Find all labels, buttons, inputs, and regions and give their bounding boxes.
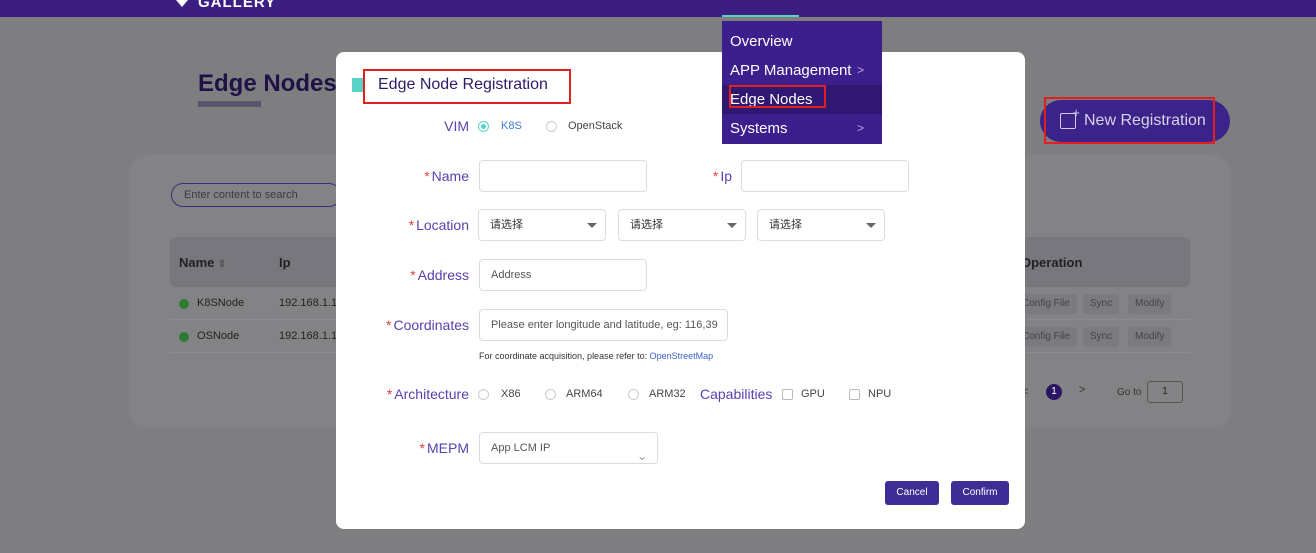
modify-button[interactable]: Modify [1128,294,1172,314]
cancel-button[interactable]: Cancel [885,481,939,505]
cap-npu-checkbox[interactable] [849,389,860,400]
confirm-button[interactable]: Confirm [951,481,1009,505]
sync-button[interactable]: Sync [1083,294,1120,314]
title-underline [198,101,261,107]
arch-x86-radio[interactable] [478,389,489,400]
coordinates-hint: For coordinate acquisition, please refer… [479,351,714,361]
ip-input[interactable] [741,160,909,192]
column-name-header[interactable]: Name ⇕ [179,255,226,270]
page-1-button[interactable]: 1 [1046,384,1062,400]
cap-gpu-checkbox[interactable] [782,389,793,400]
location-city-select[interactable]: 请选择 [618,209,746,241]
highlight-box [363,69,571,104]
goto-page-input[interactable]: 1 [1147,381,1183,403]
page-title: Edge Nodes [198,70,337,97]
logo-icon [176,0,188,7]
arch-arm32-radio[interactable] [628,389,639,400]
name-label: * Name [424,168,469,184]
location-label: * Location [408,217,469,233]
highlight-box [1044,97,1215,144]
location-district-select[interactable]: 请选择 [757,209,885,241]
mepm-select[interactable]: App LCM IP ⌄ [479,432,658,464]
vim-openstack-label[interactable]: OpenStack [568,120,622,132]
openstreetmap-link[interactable]: OpenStreetMap [650,351,714,361]
arch-arm64-label[interactable]: ARM64 [566,388,603,400]
coordinates-label: * Coordinates [386,317,469,333]
ip-label: * Ip [712,168,732,184]
chevron-right-icon: > [856,63,864,77]
status-online-icon [179,332,189,342]
nav-dropdown-menu: Overview APP Management > Edge Nodes Syst… [722,21,882,144]
sort-icon: ⇕ [218,259,227,270]
location-province-select[interactable]: 请选择 [478,209,606,241]
search-input[interactable]: Enter content to search [171,183,341,207]
highlight-box [729,85,826,108]
next-page-button[interactable]: > [1079,384,1085,396]
modify-button[interactable]: Modify [1128,327,1172,347]
column-ip-header: Ip [279,255,291,270]
cap-gpu-label[interactable]: GPU [801,388,825,400]
brand[interactable]: GALLERY [176,0,276,11]
name-input[interactable] [479,160,647,192]
menu-item-systems[interactable]: Systems > [722,114,882,143]
chevron-right-icon: > [856,121,864,135]
dropdown-arrow-icon [587,223,597,228]
address-label: * Address [410,267,469,283]
sync-button[interactable]: Sync [1083,327,1120,347]
status-online-icon [179,299,189,309]
vim-openstack-radio[interactable] [546,121,557,132]
cap-npu-label[interactable]: NPU [868,388,891,400]
capabilities-label: Capabilities [700,386,773,402]
active-nav-indicator [722,15,799,17]
dropdown-arrow-icon [727,223,737,228]
address-input[interactable]: Address [479,259,647,291]
arch-arm32-label[interactable]: ARM32 [649,388,686,400]
architecture-label: * Architecture [386,386,469,402]
vim-k8s-label[interactable]: K8S [501,120,522,132]
coordinates-input[interactable]: Please enter longitude and latitude, eg:… [479,309,728,341]
dropdown-arrow-icon [866,223,876,228]
menu-item-overview[interactable]: Overview [722,27,882,56]
menu-item-app-management[interactable]: APP Management > [722,56,882,85]
arch-x86-label[interactable]: X86 [501,388,521,400]
goto-label: Go to [1117,387,1142,398]
vim-label: VIM [444,118,469,134]
chevron-down-icon: ⌄ [636,449,647,463]
vim-k8s-radio[interactable] [478,121,489,132]
column-operation-header: Operation [1021,255,1083,270]
title-accent-bar [352,78,363,92]
arch-arm64-radio[interactable] [545,389,556,400]
mepm-label: * MEPM [419,440,469,456]
